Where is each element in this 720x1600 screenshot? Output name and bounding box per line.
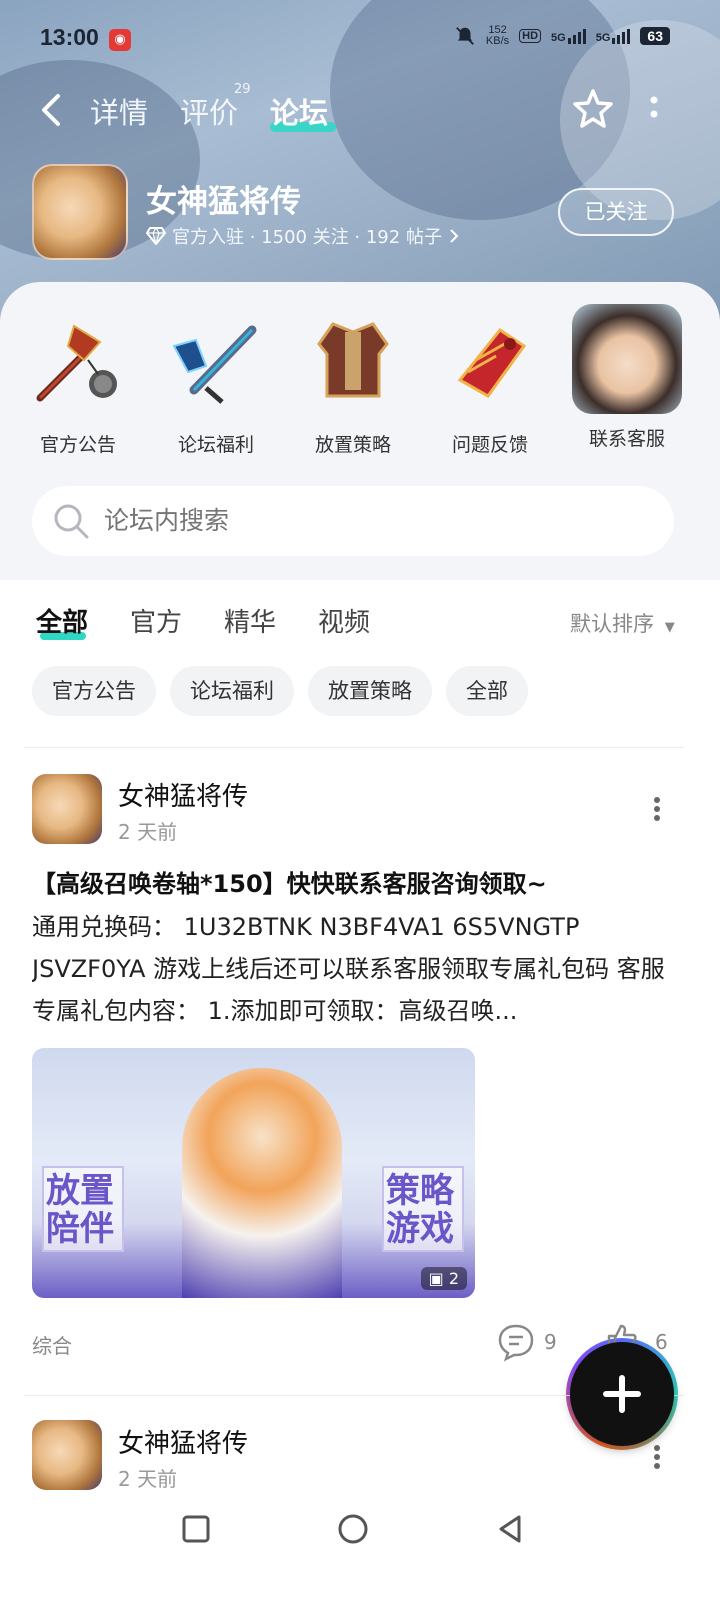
avatar[interactable] — [32, 1420, 102, 1490]
tab-details[interactable]: 详情 — [90, 90, 148, 132]
reviews-count-badge: 29 — [234, 82, 251, 97]
signal-5g-2: 5G — [596, 28, 631, 44]
chip-official-notice[interactable]: 官方公告 — [32, 666, 156, 716]
favorite-star-icon[interactable] — [570, 86, 616, 132]
game-meta[interactable]: 官方入驻 · 1500 关注 · 192 帖子 — [146, 223, 460, 249]
image-text: 放置 — [46, 1171, 114, 1211]
follow-button[interactable]: 已关注 — [558, 188, 674, 236]
post-time: 2 天前 — [118, 820, 178, 844]
home-icon[interactable] — [336, 1512, 370, 1546]
filter-tab-video[interactable]: 视频 — [318, 602, 370, 639]
sort-dropdown[interactable]: 默认排序 ▼ — [570, 608, 675, 638]
comment-count: 9 — [544, 1330, 557, 1354]
plus-icon — [603, 1375, 641, 1413]
gauntlet-icon — [457, 327, 527, 398]
chevron-right-icon — [450, 229, 459, 243]
category-label: 放置策略 — [314, 434, 391, 456]
customer-service-avatar — [572, 304, 682, 414]
category-label: 联系客服 — [588, 428, 665, 450]
category-customer-service[interactable]: 联系客服 — [567, 304, 687, 451]
diamond-icon — [146, 227, 166, 245]
post-author[interactable]: 女神猛将传 — [118, 1423, 248, 1460]
top-navigation: 详情 评价 29 论坛 — [0, 80, 720, 140]
game-icon[interactable] — [32, 164, 128, 260]
category-forum-benefits[interactable]: 论坛福利 — [156, 310, 276, 457]
battery-indicator: 63 — [640, 27, 670, 45]
category-feedback[interactable]: 问题反馈 — [430, 310, 550, 457]
comment-icon[interactable] — [496, 1322, 536, 1362]
post-body: 通用兑换码： 1U32BTNK N3BF4VA1 6S5VNGTP JSVZF0… — [32, 913, 665, 1025]
post-more-icon[interactable] — [652, 796, 662, 822]
chip-idle-strategy[interactable]: 放置策略 — [308, 666, 432, 716]
mace-icon — [36, 324, 117, 402]
game-meta-text: 官方入驻 · 1500 关注 · 192 帖子 — [172, 227, 442, 248]
caret-down-icon: ▼ — [664, 620, 675, 635]
filter-tab-official[interactable]: 官方 — [130, 602, 182, 639]
filter-tab-featured[interactable]: 精华 — [224, 602, 276, 639]
chip-all[interactable]: 全部 — [446, 666, 528, 716]
signal-5g-1: 5G — [551, 28, 586, 44]
tab-reviews[interactable]: 评价 — [180, 90, 238, 132]
forum-panel: 官方公告 论坛福利 放置策略 问题反馈 联系客服 — [0, 282, 720, 580]
post-filter-tabs: 全部 官方 精华 视频 默认排序 ▼ — [0, 596, 720, 646]
post-tag: 综合 — [32, 1334, 72, 1358]
status-time: 13:00 — [40, 24, 99, 50]
category-idle-strategy[interactable]: 放置策略 — [293, 310, 413, 457]
search-icon — [54, 504, 89, 539]
like-count: 6 — [655, 1330, 668, 1354]
back-icon[interactable] — [493, 1512, 527, 1546]
bell-muted-icon — [456, 27, 474, 45]
image-text: 游戏 — [386, 1209, 454, 1249]
back-arrow-icon[interactable] — [36, 92, 66, 128]
game-title: 女神猛将传 — [146, 184, 301, 220]
new-post-button[interactable] — [566, 1338, 678, 1450]
image-text: 陪伴 — [46, 1209, 114, 1249]
post-title: 【高级召唤卷轴*150】快快联系客服咨询领取~ — [32, 870, 547, 898]
post-more-icon[interactable] — [652, 1444, 662, 1470]
search-input[interactable] — [104, 486, 604, 556]
recent-apps-icon[interactable] — [179, 1512, 213, 1546]
divider — [24, 747, 684, 748]
avatar[interactable] — [32, 774, 102, 844]
sort-label: 默认排序 — [570, 612, 654, 636]
system-navigation-bar — [0, 1490, 720, 1600]
hd-indicator: HD — [519, 29, 542, 43]
image-text: 策略 — [386, 1171, 454, 1211]
netease-music-icon: ◉ — [109, 29, 131, 51]
category-label: 论坛福利 — [177, 434, 254, 456]
tab-forum[interactable]: 论坛 — [270, 90, 328, 132]
armor-icon — [317, 322, 389, 398]
topic-chips: 官方公告 论坛福利 放置策略 全部 — [32, 666, 528, 716]
post-time: 2 天前 — [118, 1467, 178, 1491]
category-label: 官方公告 — [39, 434, 116, 456]
post-image[interactable]: 放置 陪伴 策略 游戏 ▣ 2 — [32, 1048, 475, 1298]
more-vertical-icon[interactable] — [646, 94, 662, 124]
post-author[interactable]: 女神猛将传 — [118, 776, 248, 813]
category-label: 问题反馈 — [451, 434, 528, 456]
forum-search-bar[interactable] — [32, 486, 674, 556]
status-bar: 13:00 ◉ 152 KB/s HD 5G 5G 63 — [0, 22, 720, 58]
image-count-badge: ▣ 2 — [420, 1267, 467, 1290]
category-official-notice[interactable]: 官方公告 — [18, 310, 138, 457]
chip-forum-benefits[interactable]: 论坛福利 — [170, 666, 294, 716]
network-speed: 152 KB/s — [485, 24, 510, 47]
filter-tab-all[interactable]: 全部 — [36, 602, 88, 639]
sword-icon — [172, 325, 257, 404]
characters-art — [182, 1068, 342, 1298]
